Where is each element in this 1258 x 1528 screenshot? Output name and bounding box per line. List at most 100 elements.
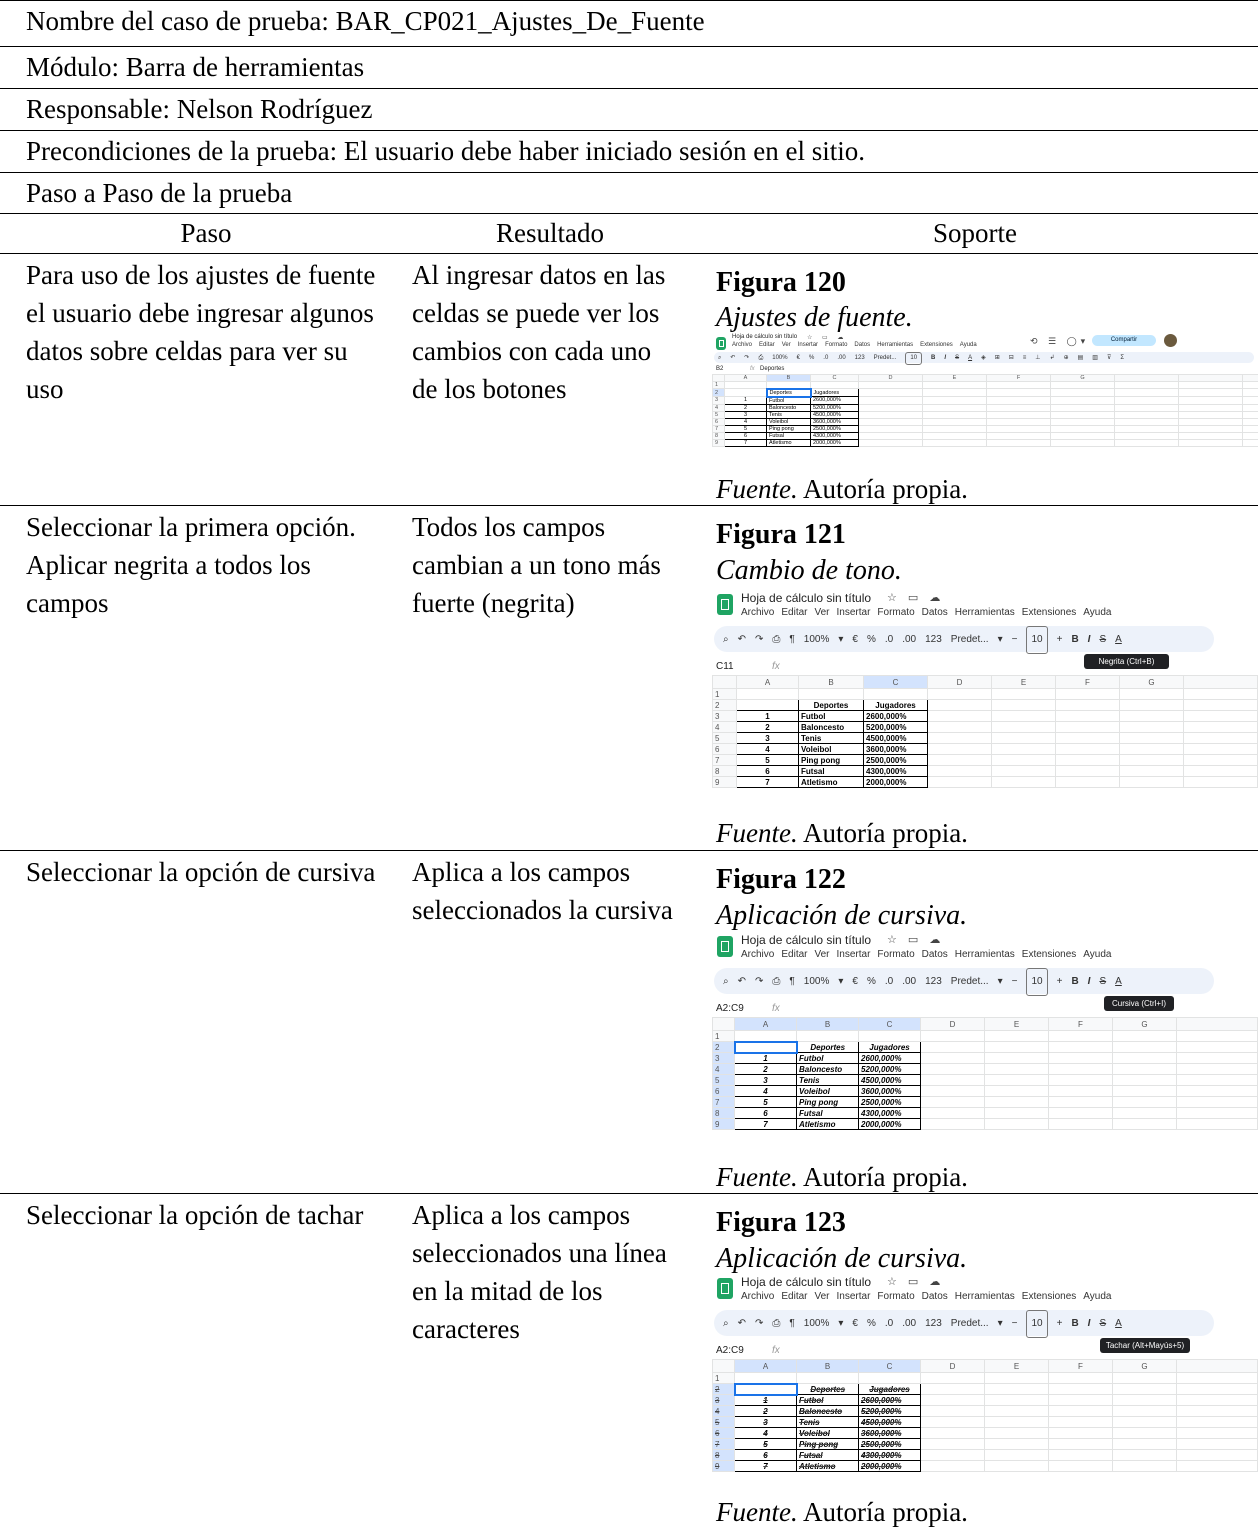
table-cell[interactable]: 2600,000%	[858, 1052, 921, 1064]
table-cell[interactable]: Futbol	[796, 1394, 859, 1406]
table-cell[interactable]: 6	[736, 765, 799, 777]
table-cell[interactable]: 2600,000%	[810, 396, 859, 405]
table-cell[interactable]: 6	[734, 1449, 797, 1461]
table-cell[interactable]: Futsal	[796, 1107, 859, 1119]
table-cell[interactable]: Atletismo	[798, 776, 864, 788]
table-cell[interactable]: Ping pong	[798, 754, 864, 766]
decrease-decimal-button[interactable]: .0	[885, 976, 893, 987]
menu-item[interactable]: Extensiones	[1022, 1291, 1076, 1302]
table-cell[interactable]: Futbol	[796, 1052, 859, 1064]
decrease-decimal-button[interactable]: .0	[885, 1318, 893, 1329]
table-cell[interactable]: 6	[724, 431, 767, 440]
menu-item[interactable]: Extensiones	[1022, 949, 1076, 960]
filter-icon[interactable]: ⊽	[1107, 355, 1111, 361]
borders-icon[interactable]: ⊞	[995, 355, 1000, 361]
table-cell[interactable]: 5200,000%	[858, 1063, 921, 1075]
paint-format-icon[interactable]: ¶	[789, 634, 794, 645]
table-cell[interactable]: 2000,000%	[810, 438, 859, 447]
cell-header-jugadores[interactable]: Jugadores	[863, 699, 928, 711]
table-cell[interactable]: 1	[734, 1394, 797, 1406]
text-color-button[interactable]: A	[1115, 976, 1122, 987]
column-header[interactable]: C	[858, 1359, 921, 1373]
table-cell[interactable]: Tenis	[798, 732, 864, 744]
undo-icon[interactable]: ↶	[730, 355, 735, 361]
table-cell[interactable]: 4300,000%	[858, 1449, 921, 1461]
table-cell[interactable]: 5	[724, 424, 767, 433]
table-cell[interactable]: 2500,000%	[863, 754, 928, 766]
table-cell[interactable]: Futbol	[798, 710, 864, 722]
menu-item[interactable]: Archivo	[732, 342, 752, 348]
name-box[interactable]: B2	[716, 366, 723, 372]
zoom-select[interactable]: 100%	[772, 355, 787, 361]
column-header[interactable]: B	[766, 374, 811, 382]
menu-item[interactable]: Herramientas	[877, 342, 913, 348]
table-cell[interactable]: 2	[734, 1063, 797, 1075]
column-header[interactable]: B	[796, 1359, 859, 1373]
zoom-select[interactable]: 100%	[804, 634, 830, 645]
number-format-button[interactable]: 123	[925, 1318, 942, 1329]
plus-icon[interactable]: +	[1057, 634, 1063, 645]
paint-format-icon[interactable]: ¶	[789, 976, 794, 987]
table-cell[interactable]: 4	[736, 743, 799, 755]
table-cell[interactable]: 7	[734, 1460, 797, 1472]
table-cell[interactable]: Tenis	[796, 1074, 859, 1086]
table-cell[interactable]: 4300,000%	[863, 765, 928, 777]
table-cell[interactable]: Futsal	[798, 765, 864, 777]
search-icon[interactable]: ⌕	[723, 1318, 729, 1329]
text-color-button[interactable]: A	[1115, 634, 1122, 645]
menu-item[interactable]: Datos	[854, 342, 870, 348]
column-header[interactable]: D	[858, 374, 923, 382]
table-cell[interactable]: 2000,000%	[858, 1460, 921, 1472]
menu-item[interactable]: Insertar	[798, 342, 818, 348]
menu-item[interactable]: Herramientas	[955, 949, 1015, 960]
functions-icon[interactable]: Σ	[1120, 355, 1124, 361]
bold-button[interactable]: B	[1071, 634, 1078, 645]
font-select[interactable]: Predet...	[951, 976, 989, 987]
table-cell[interactable]: 6	[734, 1107, 797, 1119]
menu-item[interactable]: Editar	[781, 949, 807, 960]
table-cell[interactable]: 2	[734, 1405, 797, 1417]
table-cell[interactable]: Baloncesto	[766, 403, 811, 412]
italic-button[interactable]: I	[1088, 634, 1091, 645]
minus-icon[interactable]: −	[1012, 1318, 1018, 1329]
search-icon[interactable]: ⌕	[723, 976, 729, 987]
redo-icon[interactable]: ↷	[755, 1318, 763, 1329]
table-cell[interactable]: 4500,000%	[858, 1416, 921, 1428]
column-header[interactable]: E	[984, 1017, 1049, 1031]
currency-button[interactable]: €	[797, 355, 800, 361]
menu-item[interactable]: Datos	[922, 1291, 948, 1302]
increase-decimal-button[interactable]: .00	[837, 355, 845, 361]
menu-item[interactable]: Editar	[781, 1291, 807, 1302]
table-cell[interactable]: 4500,000%	[858, 1074, 921, 1086]
table-cell[interactable]: Ping pong	[766, 424, 811, 433]
menu-item[interactable]: Herramientas	[955, 607, 1015, 618]
menu-item[interactable]: Archivo	[741, 949, 774, 960]
minus-icon[interactable]: −	[1012, 976, 1018, 987]
formula-bar[interactable]: Deportes	[760, 366, 784, 372]
menu-item[interactable]: Ver	[814, 607, 829, 618]
percent-button[interactable]: %	[867, 1318, 876, 1329]
font-select[interactable]: Predet...	[874, 355, 897, 361]
table-cell[interactable]: Voleibol	[796, 1427, 859, 1439]
valign-icon[interactable]: ⊥	[1035, 355, 1040, 361]
increase-decimal-button[interactable]: .00	[902, 976, 916, 987]
undo-icon[interactable]: ↶	[738, 1318, 746, 1329]
link-icon[interactable]: ⊕	[1064, 355, 1069, 361]
chart-icon[interactable]: ▥	[1092, 355, 1098, 361]
column-header[interactable]: B	[798, 675, 864, 689]
currency-button[interactable]: €	[852, 634, 858, 645]
table-cell[interactable]: 1	[724, 396, 767, 405]
table-cell[interactable]: 5200,000%	[858, 1405, 921, 1417]
column-header[interactable]: G	[1119, 675, 1184, 689]
table-cell[interactable]: Ping pong	[796, 1096, 859, 1108]
menu-item[interactable]: Ver	[782, 342, 791, 348]
avatar[interactable]	[1164, 334, 1177, 347]
text-color-button[interactable]: A	[1115, 1318, 1122, 1329]
menu-item[interactable]: Datos	[922, 607, 948, 618]
table-cell[interactable]: Ping pong	[796, 1438, 859, 1450]
print-icon[interactable]: ⎙	[772, 634, 780, 645]
redo-icon[interactable]: ↷	[755, 976, 763, 987]
menu-item[interactable]: Archivo	[741, 1291, 774, 1302]
table-cell[interactable]: Voleibol	[796, 1085, 859, 1097]
cell-header-deportes[interactable]: Deportes	[796, 1383, 859, 1395]
